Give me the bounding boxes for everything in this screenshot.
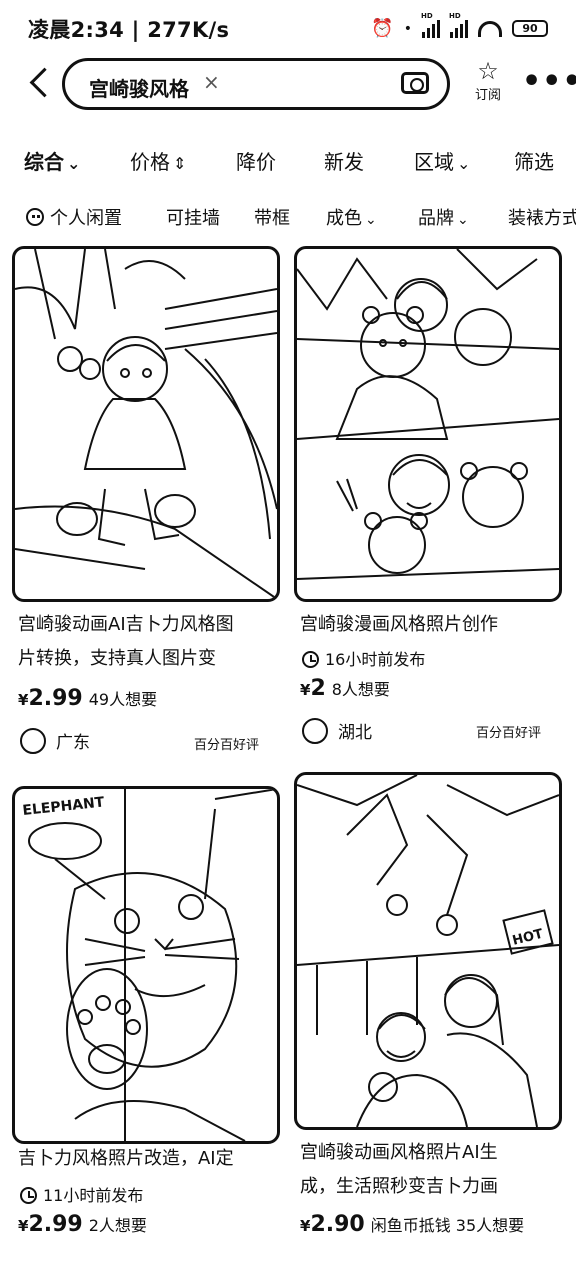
search-query: 宫崎骏风格 bbox=[89, 77, 189, 101]
status-icons: ⏰ • HD HD 90 bbox=[371, 12, 548, 39]
wifi-icon bbox=[478, 20, 502, 37]
avatar bbox=[302, 718, 328, 744]
tab-label: 新发 bbox=[324, 150, 364, 174]
price: 2.99 bbox=[28, 686, 83, 711]
chip-wall-mount[interactable]: 可挂墙 bbox=[166, 204, 220, 230]
status-bar: 凌晨2:34 | 277K/s ⏰ • HD HD 90 bbox=[0, 0, 576, 56]
product-title: 宫崎骏漫画风格照片创作 bbox=[300, 614, 498, 635]
tab-new[interactable]: 新发 bbox=[324, 146, 364, 175]
tab-label: 筛选 bbox=[514, 150, 554, 174]
signal-icon-2: HD bbox=[449, 12, 468, 38]
clock-icon bbox=[20, 1187, 37, 1204]
star-plus-icon: ☆ bbox=[477, 57, 499, 85]
chip-label: 成色 bbox=[326, 208, 362, 229]
tab-label: 降价 bbox=[236, 150, 276, 174]
price-line: ¥2.99 2人想要 bbox=[18, 1212, 147, 1237]
seller-region: 广东 bbox=[56, 733, 90, 753]
signal-icon: HD bbox=[421, 12, 440, 38]
clear-icon[interactable]: × bbox=[203, 70, 220, 94]
search-header: 宫崎骏风格 × ☆ 订阅 ••• bbox=[0, 56, 576, 112]
clock-icon bbox=[302, 651, 319, 668]
currency-symbol: ¥ bbox=[18, 691, 29, 709]
camera-icon[interactable] bbox=[401, 72, 429, 94]
price-line: ¥2.90 闲鱼币抵钱 35人想要 bbox=[300, 1212, 524, 1237]
status-time: 凌晨2:34 | 277K/s bbox=[28, 18, 230, 42]
back-icon[interactable] bbox=[24, 66, 54, 100]
product-image[interactable]: ELEPHANT bbox=[12, 786, 280, 1144]
sort-tabs: 综合 ⌄ 价格 ⇕ 降价 新发 区域 ⌄ 筛选 bbox=[0, 140, 576, 180]
product-card[interactable]: ELEPHANT 吉卜力风格照片改造，AI定 11小时前发布 ¥2.99 2人想要 bbox=[12, 786, 282, 1266]
sort-arrows-icon: ⇕ bbox=[173, 154, 187, 173]
person-icon bbox=[26, 208, 44, 226]
battery-icon: 90 bbox=[512, 20, 548, 37]
product-card[interactable]: HOT 宫崎骏动画风格照片AI生 成，生活照秒变吉卜力画 ¥2.90 闲鱼币抵钱 … bbox=[294, 772, 564, 1266]
product-image[interactable] bbox=[294, 246, 562, 602]
hot-sign-text: HOT bbox=[511, 927, 545, 949]
filter-chips: 个人闲置 可挂墙 带框 成色 ⌄ 品牌 ⌄ 装裱方式 bbox=[0, 198, 576, 234]
want-count: 8人想要 bbox=[331, 680, 390, 699]
chevron-down-icon: ⌄ bbox=[365, 212, 377, 228]
tab-region[interactable]: 区域 ⌄ bbox=[414, 146, 470, 175]
rating-badge: 百分百好评 bbox=[194, 738, 260, 753]
chip-label: 品牌 bbox=[418, 208, 454, 229]
want-count: 闲鱼币抵钱 35人想要 bbox=[370, 1216, 525, 1235]
posted-time: 11小时前发布 bbox=[20, 1182, 143, 1206]
posted-time: 16小时前发布 bbox=[302, 646, 425, 670]
seller-info: 湖北 bbox=[302, 718, 372, 744]
product-card[interactable]: 宫崎骏漫画风格照片创作 16小时前发布 ¥2 8人想要 湖北 百分百好评 bbox=[294, 246, 564, 766]
currency-symbol: ¥ bbox=[300, 1217, 311, 1235]
chip-condition[interactable]: 成色 ⌄ bbox=[326, 204, 377, 230]
price: 2 bbox=[310, 676, 326, 701]
chevron-down-icon: ⌄ bbox=[457, 212, 469, 228]
tab-price[interactable]: 价格 ⇕ bbox=[130, 146, 186, 175]
rating-badge: 百分百好评 bbox=[476, 726, 542, 741]
price: 2.90 bbox=[310, 1212, 365, 1237]
alarm-icon: ⏰ bbox=[371, 18, 394, 39]
chevron-down-icon: ⌄ bbox=[67, 154, 81, 173]
posted-text: 11小时前发布 bbox=[43, 1186, 144, 1205]
product-card[interactable]: 宫崎骏动画AI吉卜力风格图 片转换，支持真人图片变 ¥2.99 49人想要 广东 … bbox=[12, 246, 282, 766]
price-line: ¥2 8人想要 bbox=[300, 676, 390, 701]
product-title: 宫崎骏动画AI吉卜力风格图 bbox=[18, 614, 234, 635]
seller-region: 湖北 bbox=[338, 723, 372, 743]
chip-personal-idle[interactable]: 个人闲置 bbox=[26, 204, 122, 230]
tab-label: 综合 bbox=[24, 150, 64, 174]
search-input[interactable]: 宫崎骏风格 × bbox=[62, 58, 450, 110]
product-title-line2: 片转换，支持真人图片变 bbox=[18, 648, 216, 669]
avatar bbox=[20, 728, 46, 754]
elephant-text: ELEPHANT bbox=[22, 794, 106, 819]
product-title: 吉卜力风格照片改造，AI定 bbox=[18, 1148, 234, 1169]
more-icon[interactable]: ••• bbox=[522, 67, 576, 97]
chip-mounting[interactable]: 装裱方式 bbox=[508, 204, 576, 230]
chip-label: 装裱方式 bbox=[508, 208, 576, 229]
price: 2.99 bbox=[28, 1212, 83, 1237]
price-line: ¥2.99 49人想要 bbox=[18, 686, 157, 711]
product-title: 宫崎骏动画风格照片AI生 bbox=[300, 1142, 498, 1163]
currency-symbol: ¥ bbox=[300, 681, 311, 699]
want-count: 49人想要 bbox=[88, 690, 158, 709]
chip-framed[interactable]: 带框 bbox=[254, 204, 290, 230]
tab-label: 价格 bbox=[130, 150, 170, 174]
product-title-line2: 成，生活照秒变吉卜力画 bbox=[300, 1176, 498, 1197]
tab-filter[interactable]: 筛选 bbox=[514, 146, 554, 175]
subscribe-button[interactable]: ☆ 订阅 bbox=[470, 58, 506, 103]
chevron-down-icon: ⌄ bbox=[457, 154, 471, 173]
chip-brand[interactable]: 品牌 ⌄ bbox=[418, 204, 469, 230]
want-count: 2人想要 bbox=[88, 1216, 147, 1235]
product-image[interactable] bbox=[12, 246, 280, 602]
tab-price-drop[interactable]: 降价 bbox=[236, 146, 276, 175]
product-image[interactable]: HOT bbox=[294, 772, 562, 1130]
tab-comprehensive[interactable]: 综合 ⌄ bbox=[24, 146, 80, 175]
chip-label: 可挂墙 bbox=[166, 208, 220, 229]
tab-label: 区域 bbox=[414, 150, 454, 174]
dot-icon: • bbox=[403, 20, 412, 37]
currency-symbol: ¥ bbox=[18, 1217, 29, 1235]
chip-label: 个人闲置 bbox=[50, 208, 122, 229]
chip-label: 带框 bbox=[254, 208, 290, 229]
subscribe-label: 订阅 bbox=[474, 88, 501, 103]
posted-text: 16小时前发布 bbox=[325, 650, 426, 669]
seller-info: 广东 bbox=[20, 728, 90, 754]
